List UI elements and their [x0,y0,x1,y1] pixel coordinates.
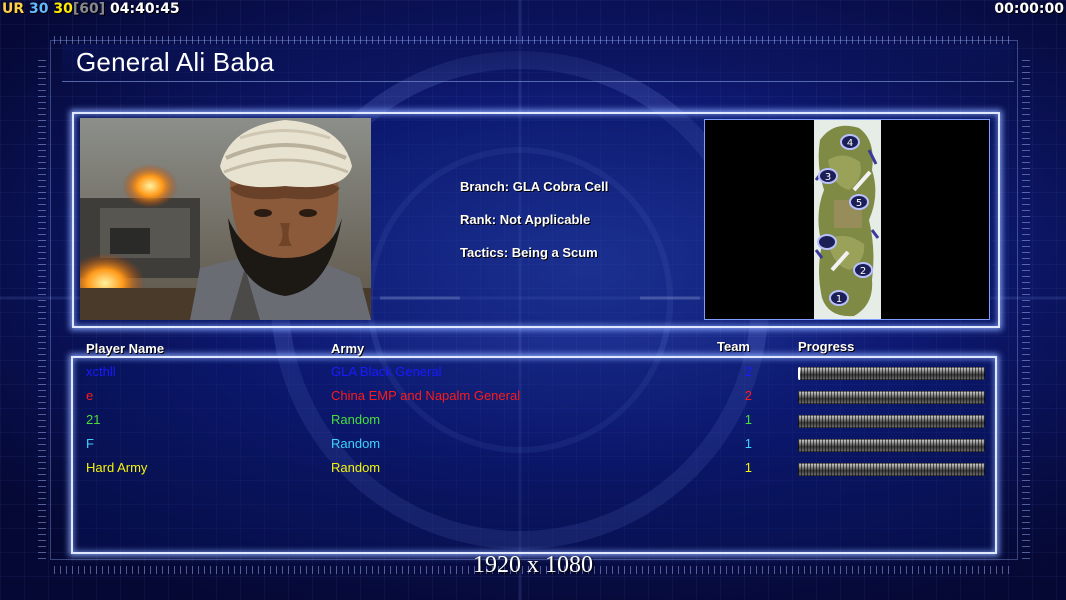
general-rank: Rank: Not Applicable [460,212,591,227]
player-name: e [86,388,94,403]
fps-logic: 30 [53,1,73,17]
general-tactics: Tactics: Being a Scum [460,245,598,260]
start-position-label: 5 [856,198,862,209]
progress-bar [798,439,985,452]
player-row: Hard Army Random 1 [80,457,990,481]
start-position-marker: 2 [853,262,873,278]
player-army: GLA Black General [331,364,442,379]
player-name: F [86,436,94,451]
general-portrait [80,118,371,320]
start-position-label: 3 [825,172,831,183]
resolution-label: 1920 x 1080 [473,552,593,578]
start-position-marker: 4 [840,134,860,150]
progress-bar-fill [798,367,800,380]
player-army: Random [331,460,381,475]
start-position-marker [817,234,837,250]
player-team: 1 [744,460,752,475]
start-position-label: 1 [836,294,842,305]
fps-cap: [60] [72,1,106,17]
right-ruler [1022,60,1030,560]
player-row: xcthll GLA Black General 2 [80,361,990,385]
player-row: 21 Random 1 [80,409,990,433]
progress-bar [798,415,985,428]
player-army: Random [331,436,381,451]
player-team: 1 [744,436,752,451]
player-army: Random [331,412,381,427]
column-header-player-name: Player Name [86,341,165,356]
game-timer: 00:00:00 [994,1,1064,17]
top-ruler [54,36,1014,44]
player-army: China EMP and Napalm General [331,388,521,403]
elapsed-time: 04:40:45 [110,1,180,17]
column-header-progress: Progress [798,339,855,354]
start-position-label: 2 [860,266,866,277]
player-row: F Random 1 [80,433,990,457]
player-name: xcthll [86,364,116,379]
general-branch: Branch: GLA Cobra Cell [460,179,609,194]
progress-bar [798,463,985,476]
player-team: 1 [744,412,752,427]
map-preview: 4 3 5 2 1 [814,120,881,319]
player-team: 2 [744,388,752,403]
column-header-team: Team [717,339,750,354]
fps-counter: UR 30 30[60] 04:40:45 [2,0,180,18]
hud-prefix: UR [2,1,25,17]
loading-screen: UR 30 30[60] 04:40:45 00:00:00 General A… [0,0,1066,600]
general-name: General Ali Baba [76,47,275,77]
start-position-marker: 1 [829,290,849,306]
start-position-marker: 3 [818,168,838,184]
left-ruler [38,60,46,560]
fps-current: 30 [29,1,49,17]
player-row: e China EMP and Napalm General 2 [80,385,990,409]
progress-bar [798,367,985,380]
start-position-marker: 5 [849,194,869,210]
player-name: Hard Army [86,460,148,475]
player-name: 21 [86,412,101,427]
player-team: 2 [744,364,752,379]
column-header-army: Army [331,341,365,356]
start-position-label: 4 [847,138,853,149]
progress-bar [798,391,985,404]
